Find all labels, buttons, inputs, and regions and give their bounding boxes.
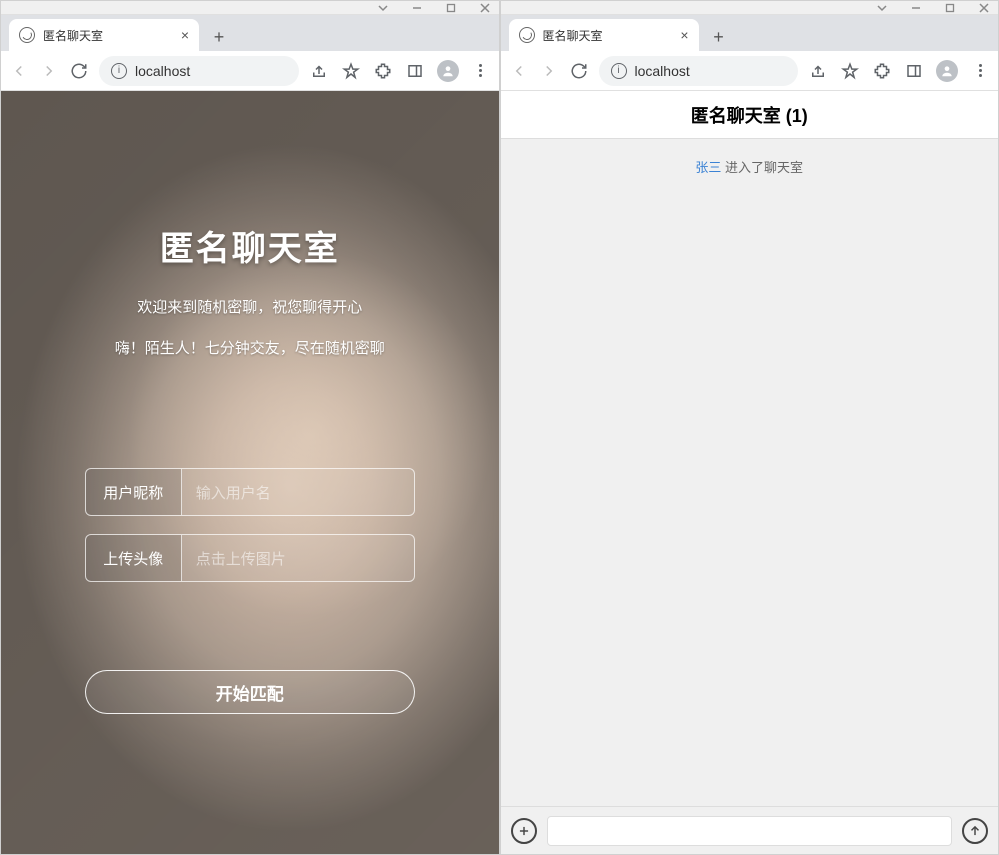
info-icon: i bbox=[111, 63, 127, 79]
chat-body: 张三 进入了聊天室 bbox=[501, 139, 999, 806]
window-minimize-icon[interactable] bbox=[910, 2, 922, 14]
globe-icon bbox=[519, 27, 535, 43]
system-message-user: 张三 bbox=[695, 160, 721, 175]
browser-window-left: 匿名聊天室 × + i localhost 匿名聊天室 欢迎来到随机密聊，祝您聊… bbox=[0, 0, 500, 855]
system-message-action: 进入了聊天室 bbox=[721, 160, 803, 175]
window-close-icon[interactable] bbox=[978, 2, 990, 14]
new-tab-button[interactable]: + bbox=[205, 23, 233, 51]
login-page: 匿名聊天室 欢迎来到随机密聊，祝您聊得开心 嗨！陌生人！七分钟交友，尽在随机密聊… bbox=[1, 91, 499, 854]
send-button[interactable] bbox=[962, 818, 988, 844]
window-dropdown-icon[interactable] bbox=[377, 2, 389, 14]
tab-strip: 匿名聊天室 × + bbox=[501, 15, 999, 51]
start-match-label: 开始匹配 bbox=[216, 680, 284, 705]
nickname-label: 用户昵称 bbox=[86, 469, 182, 515]
extensions-icon[interactable] bbox=[872, 61, 892, 81]
share-icon[interactable] bbox=[808, 61, 828, 81]
reload-button[interactable] bbox=[69, 61, 89, 81]
menu-icon[interactable] bbox=[970, 61, 990, 81]
tab-close-icon[interactable]: × bbox=[680, 27, 688, 43]
chat-header: 匿名聊天室 (1) bbox=[501, 91, 999, 139]
back-button[interactable] bbox=[509, 61, 529, 81]
nickname-row: 用户昵称 输入用户名 bbox=[85, 468, 415, 516]
tab-close-icon[interactable]: × bbox=[181, 27, 189, 43]
window-maximize-icon[interactable] bbox=[445, 2, 457, 14]
window-dropdown-icon[interactable] bbox=[876, 2, 888, 14]
chat-input-bar bbox=[501, 806, 999, 854]
avatar-upload[interactable]: 点击上传图片 bbox=[182, 535, 414, 581]
nickname-input[interactable]: 输入用户名 bbox=[182, 469, 414, 515]
tab-title: 匿名聊天室 bbox=[43, 27, 173, 44]
forward-button[interactable] bbox=[539, 61, 559, 81]
window-close-icon[interactable] bbox=[479, 2, 491, 14]
url-text: localhost bbox=[635, 63, 690, 79]
tab-title: 匿名聊天室 bbox=[543, 27, 673, 44]
browser-toolbar: i localhost bbox=[501, 51, 999, 91]
share-icon[interactable] bbox=[309, 61, 329, 81]
star-icon[interactable] bbox=[840, 61, 860, 81]
avatar-label: 上传头像 bbox=[86, 535, 182, 581]
browser-tab[interactable]: 匿名聊天室 × bbox=[9, 19, 199, 51]
menu-icon[interactable] bbox=[471, 61, 491, 81]
avatar-row: 上传头像 点击上传图片 bbox=[85, 534, 415, 582]
chat-page: 匿名聊天室 (1) 张三 进入了聊天室 bbox=[501, 91, 999, 854]
system-message: 张三 进入了聊天室 bbox=[501, 157, 999, 176]
extensions-icon[interactable] bbox=[373, 61, 393, 81]
window-maximize-icon[interactable] bbox=[944, 2, 956, 14]
address-bar[interactable]: i localhost bbox=[99, 56, 299, 86]
window-titlebar bbox=[501, 1, 999, 15]
login-form: 用户昵称 输入用户名 上传头像 点击上传图片 bbox=[85, 468, 415, 600]
subtitle-1: 欢迎来到随机密聊，祝您聊得开心 bbox=[137, 296, 362, 317]
page-viewport-left: 匿名聊天室 欢迎来到随机密聊，祝您聊得开心 嗨！陌生人！七分钟交友，尽在随机密聊… bbox=[1, 91, 499, 854]
attach-button[interactable] bbox=[511, 818, 537, 844]
address-bar[interactable]: i localhost bbox=[599, 56, 799, 86]
star-icon[interactable] bbox=[341, 61, 361, 81]
back-button[interactable] bbox=[9, 61, 29, 81]
window-minimize-icon[interactable] bbox=[411, 2, 423, 14]
browser-toolbar: i localhost bbox=[1, 51, 499, 91]
subtitle-2: 嗨！陌生人！七分钟交友，尽在随机密聊 bbox=[115, 337, 385, 358]
sidepanel-icon[interactable] bbox=[904, 61, 924, 81]
profile-icon[interactable] bbox=[437, 60, 459, 82]
window-titlebar bbox=[1, 1, 499, 15]
globe-icon bbox=[19, 27, 35, 43]
tab-strip: 匿名聊天室 × + bbox=[1, 15, 499, 51]
profile-icon[interactable] bbox=[936, 60, 958, 82]
message-input[interactable] bbox=[547, 816, 953, 846]
start-match-button[interactable]: 开始匹配 bbox=[85, 670, 415, 714]
sidepanel-icon[interactable] bbox=[405, 61, 425, 81]
url-text: localhost bbox=[135, 63, 190, 79]
new-tab-button[interactable]: + bbox=[705, 23, 733, 51]
forward-button[interactable] bbox=[39, 61, 59, 81]
page-viewport-right: 匿名聊天室 (1) 张三 进入了聊天室 bbox=[501, 91, 999, 854]
browser-window-right: 匿名聊天室 × + i localhost 匿名聊天室 (1) 张三 进入了聊天… bbox=[500, 0, 999, 855]
page-title: 匿名聊天室 bbox=[160, 221, 340, 270]
reload-button[interactable] bbox=[569, 61, 589, 81]
info-icon: i bbox=[611, 63, 627, 79]
browser-tab[interactable]: 匿名聊天室 × bbox=[509, 19, 699, 51]
